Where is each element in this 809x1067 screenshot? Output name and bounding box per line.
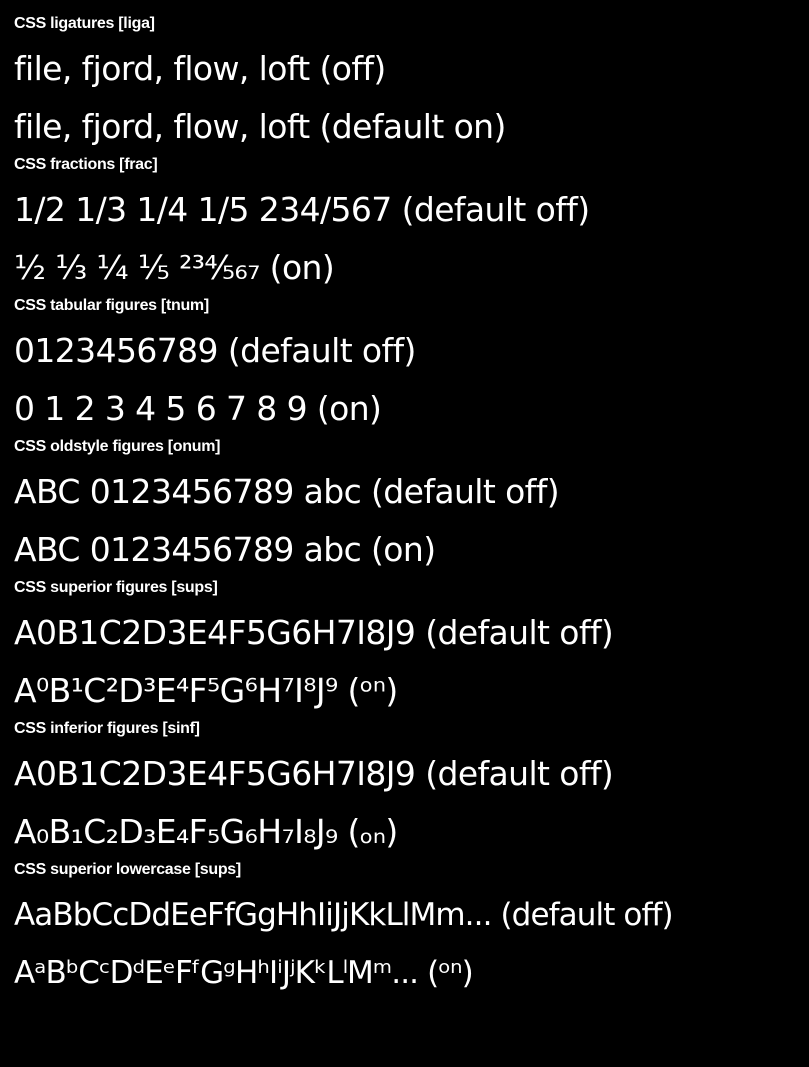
sample-on: ABC 0123456789 abc (on)	[14, 530, 436, 569]
sample-off: A0B1C2D3E4F5G6H7I8J9 (default off)	[14, 613, 614, 652]
section-fractions: CSS fractions [frac] 1/2 1/3 1/4 1/5 234…	[14, 153, 809, 293]
section-oldstyle-figures: CSS oldstyle figures [onum] ABC 01234567…	[14, 435, 809, 575]
section-label: CSS tabular figures [tnum]	[14, 297, 209, 314]
section-inferior-figures: CSS inferior figures [sinf] A0B1C2D3E4F5…	[14, 717, 809, 857]
sample-off: AaBbCcDdEeFfGgHhIiJjKkLlMm... (default o…	[14, 897, 674, 933]
section-label: CSS inferior figures [sinf]	[14, 720, 200, 737]
section-label: CSS superior lowercase [sups]	[14, 861, 241, 878]
section-label: CSS ligatures [liga]	[14, 15, 155, 32]
section-tabular-figures: CSS tabular figures [tnum] 0123456789 (d…	[14, 294, 809, 434]
section-ligatures: CSS ligatures [liga] file, fjord, flow, …	[14, 12, 809, 152]
sample-off: A0B1C2D3E4F5G6H7I8J9 (default off)	[14, 754, 614, 793]
sample-off: ABC 0123456789 abc (default off)	[14, 472, 560, 511]
sample-off: file, fjord, flow, loft (off)	[14, 49, 386, 88]
section-superior-figures: CSS superior figures [sups] A0B1C2D3E4F5…	[14, 576, 809, 716]
section-label: CSS fractions [frac]	[14, 156, 158, 173]
opentype-feature-samples: CSS ligatures [liga] file, fjord, flow, …	[0, 0, 809, 1067]
section-superior-lowercase: CSS superior lowercase [sups] AaBbCcDdEe…	[14, 858, 809, 998]
sample-on: ½ ⅓ ¼ ⅕ ²³⁴⁄₅₆₇ (on)	[14, 248, 335, 287]
sample-on: file, fjord, flow, loft (default on)	[14, 107, 506, 146]
section-label: CSS oldstyle figures [onum]	[14, 438, 221, 455]
section-label: CSS superior figures [sups]	[14, 579, 218, 596]
sample-off: 0123456789 (default off)	[14, 331, 416, 370]
sample-on: AᵃBᵇCᶜDᵈEᵉFᶠGᵍHʰIⁱJʲKᵏLˡMᵐ... (ᵒⁿ)	[14, 955, 474, 991]
sample-off: 1/2 1/3 1/4 1/5 234/567 (default off)	[14, 190, 590, 229]
sample-on: 0 1 2 3 4 5 6 7 8 9 (on)	[14, 389, 382, 428]
sample-on: A⁰B¹C²D³E⁴F⁵G⁶H⁷I⁸J⁹ (ᵒⁿ)	[14, 671, 398, 710]
sample-on: A₀B₁C₂D₃E₄F₅G₆H₇I₈J₉ (ₒₙ)	[14, 812, 398, 851]
